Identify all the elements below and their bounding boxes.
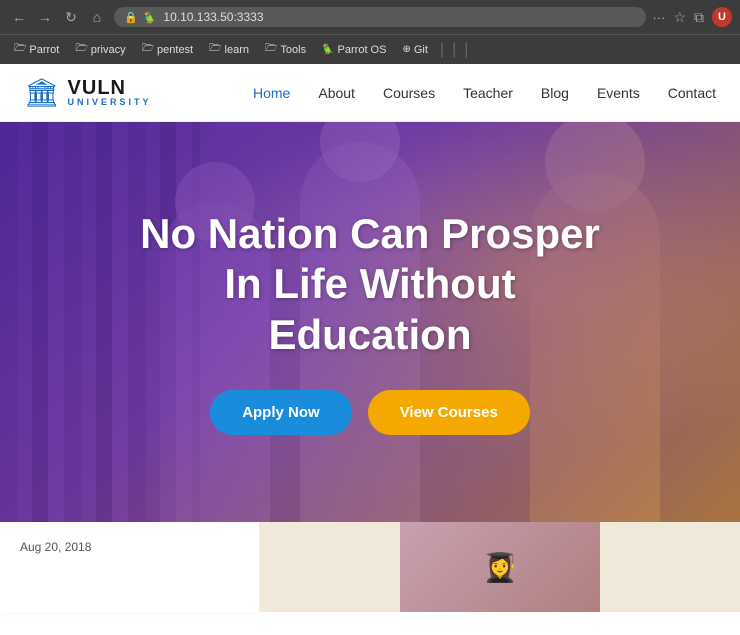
nav-teacher[interactable]: Teacher [463,85,513,101]
bookmark-label: Parrot OS [338,44,387,56]
bookmark-label: Git [414,44,428,56]
folder-icon: 🗁 [265,41,277,58]
bookmark-label: privacy [91,44,126,56]
folder-icon: 🗁 [209,41,221,58]
browser-chrome: ← → ↻ ⌂ 🔒 🦜 10.10.133.50:3333 ··· ☆ ⧉ U … [0,0,740,64]
thumbnail-image: 👩‍🎓 [400,522,600,612]
toolbar-icons: ··· ☆ ⧉ U [652,7,732,27]
site-navigation: 🏛 VULN UNIVERSITY Home About Courses Tea… [0,64,740,122]
profile-icon[interactable]: U [712,7,732,27]
browser-toolbar: ← → ↻ ⌂ 🔒 🦜 10.10.133.50:3333 ··· ☆ ⧉ U [0,0,740,34]
address-bar[interactable]: 🔒 🦜 10.10.133.50:3333 [114,7,646,27]
separator: | [464,41,468,59]
hero-section: No Nation Can Prosper In Life Without Ed… [0,122,740,522]
folder-icon: 🗁 [14,41,26,58]
bookmark-parrotos[interactable]: 🦜 Parrot OS [316,42,392,58]
nav-about[interactable]: About [318,85,355,101]
separator: | [452,41,456,59]
bookmark-label: Parrot [29,44,59,56]
separator: | [440,41,444,59]
hero-title-line1: No Nation Can Prosper [140,210,600,257]
apply-now-button[interactable]: Apply Now [210,390,352,435]
hero-title-line2: In Life Without [224,260,515,307]
nav-events[interactable]: Events [597,85,640,101]
news-thumbnail: 👩‍🎓 [260,522,740,612]
news-date: Aug 20, 2018 [20,540,91,554]
home-button[interactable]: ⌂ [86,6,108,28]
bookmarks-bar: 🗁 Parrot 🗁 privacy 🗁 pentest 🗁 learn 🗁 T… [0,34,740,64]
menu-dots[interactable]: ··· [652,10,665,25]
refresh-button[interactable]: ↻ [60,6,82,28]
favicon: 🦜 [144,11,158,24]
hero-title-line3: Education [268,311,471,358]
nav-courses[interactable]: Courses [383,85,435,101]
bookmark-parrot[interactable]: 🗁 Parrot [8,39,65,60]
logo-text: VULN UNIVERSITY [68,78,152,107]
website: 🏛 VULN UNIVERSITY Home About Courses Tea… [0,64,740,612]
bookmark-privacy[interactable]: 🗁 privacy [69,39,131,60]
logo-university: UNIVERSITY [68,98,152,107]
bookmark-learn[interactable]: 🗁 learn [203,39,255,60]
git-icon: ⊕ [402,44,410,55]
hero-content: No Nation Can Prosper In Life Without Ed… [100,209,640,435]
news-card: Aug 20, 2018 [0,522,260,612]
parrot-icon: 🦜 [322,44,334,55]
site-logo: 🏛 VULN UNIVERSITY [24,76,152,109]
folder-icon: 🗁 [75,41,87,58]
back-button[interactable]: ← [8,6,30,28]
nav-contact[interactable]: Contact [668,85,716,101]
nav-home[interactable]: Home [253,85,290,101]
forward-button[interactable]: → [34,6,56,28]
bookmark-label: pentest [157,44,193,56]
bookmark-label: learn [225,44,249,56]
folder-icon: 🗁 [142,41,154,58]
bookmark-tools[interactable]: 🗁 Tools [259,39,312,60]
url-text: 10.10.133.50:3333 [163,10,636,24]
logo-building-icon: 🏛 [24,76,60,109]
view-courses-button[interactable]: View Courses [368,390,530,435]
lock-icon: 🔒 [124,11,138,24]
bottom-section: Aug 20, 2018 👩‍🎓 [0,522,740,612]
bookmark-label: Tools [280,44,306,56]
extensions-icon[interactable]: ⧉ [694,9,704,26]
logo-vuln: VULN [68,78,152,98]
bookmark-icon[interactable]: ☆ [673,9,686,26]
nav-buttons: ← → ↻ ⌂ [8,6,108,28]
bookmark-pentest[interactable]: 🗁 pentest [136,39,200,60]
nav-links: Home About Courses Teacher Blog Events C… [253,85,716,101]
hero-title: No Nation Can Prosper In Life Without Ed… [140,209,600,360]
nav-blog[interactable]: Blog [541,85,569,101]
bookmark-git[interactable]: ⊕ Git [396,42,433,58]
hero-buttons: Apply Now View Courses [140,390,600,435]
